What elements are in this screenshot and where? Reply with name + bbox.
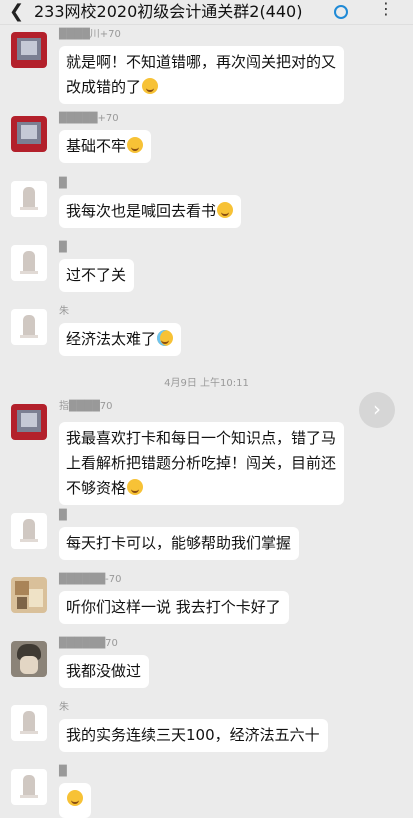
timestamp-divider: 4月9日 上午10:11 xyxy=(164,378,249,389)
sender-name: 朱 xyxy=(59,702,69,713)
avatar[interactable] xyxy=(11,181,47,217)
laugh-cry-emoji xyxy=(217,202,234,218)
sender-name: 朱 xyxy=(59,306,69,317)
message-bubble[interactable]: 过不了关 xyxy=(59,259,135,292)
message-text: 每天打卡可以，能够帮助我们掌握 xyxy=(66,534,292,552)
message-bubble[interactable]: 听你们这样一说 我去打个卡好了 xyxy=(59,591,289,624)
laugh-cry-emoji xyxy=(142,78,159,94)
message-text: 我都没做过 xyxy=(66,662,142,680)
sender-name: █ xyxy=(59,242,67,253)
message-text: 过不了关 xyxy=(66,266,127,284)
more-icon[interactable]: ⋮ xyxy=(378,0,395,18)
sender-name: ██████-70 xyxy=(59,574,122,585)
message-text: 就是啊！不知道错哪，再次闯关把对的又 xyxy=(66,53,337,71)
message-bubble[interactable]: 我都没做过 xyxy=(59,655,150,688)
avatar[interactable] xyxy=(11,32,47,68)
top-bar: ❮ 233网校2020初级会计通关群2(440) ⋮ xyxy=(0,0,413,25)
sender-name: 指████70 xyxy=(59,401,113,412)
sender-name: █████+70 xyxy=(59,113,119,124)
avatar[interactable] xyxy=(11,577,47,613)
avatar[interactable] xyxy=(11,245,47,281)
message-text: 上看解析把错题分析吃掉！闯关，目前还 xyxy=(66,454,337,472)
sender-name: █ xyxy=(59,766,67,777)
message-text: 改成错的了 xyxy=(66,78,142,96)
avatar[interactable] xyxy=(11,705,47,741)
sender-name: ████川+70 xyxy=(59,29,121,40)
laugh-cry-emoji xyxy=(127,137,144,153)
sender-name: █ xyxy=(59,510,67,521)
avatar[interactable] xyxy=(11,641,47,677)
sender-name: █ xyxy=(59,178,67,189)
message-text: 我最喜欢打卡和每日一个知识点，错了马 xyxy=(66,429,337,447)
message-bubble[interactable] xyxy=(59,783,91,818)
message-bubble[interactable]: 就是啊！不知道错哪，再次闯关把对的又 改成错的了 xyxy=(59,46,345,104)
message-text: 我的实务连续三天100，经济法五六十 xyxy=(66,726,320,744)
message-bubble[interactable]: 我最喜欢打卡和每日一个知识点，错了马 上看解析把错题分析吃掉！闯关，目前还 不够… xyxy=(59,422,345,505)
message-text: 我每次也是喊回去看书 xyxy=(66,202,217,220)
message-bubble[interactable]: 基础不牢 xyxy=(59,130,152,163)
avatar[interactable] xyxy=(11,513,47,549)
forward-button[interactable]: › xyxy=(359,392,395,428)
laugh-cry-emoji xyxy=(67,790,83,806)
message-text: 不够资格 xyxy=(66,479,127,497)
message-bubble[interactable]: 我每次也是喊回去看书 xyxy=(59,195,242,228)
avatar[interactable] xyxy=(11,769,47,805)
loading-circle-icon xyxy=(334,5,348,19)
chevron-left-icon[interactable]: ❮ xyxy=(9,2,24,22)
avatar[interactable] xyxy=(11,309,47,345)
sender-name: ██████70 xyxy=(59,638,118,649)
group-title: 233网校2020初级会计通关群2(440) xyxy=(34,2,303,21)
laugh-cry-emoji xyxy=(127,479,144,495)
message-text: 经济法太难了 xyxy=(66,330,157,348)
crying-emoji xyxy=(157,330,174,346)
message-bubble[interactable]: 每天打卡可以，能够帮助我们掌握 xyxy=(59,527,300,560)
message-text: 听你们这样一说 我去打个卡好了 xyxy=(66,598,281,616)
avatar[interactable] xyxy=(11,116,47,152)
message-text: 基础不牢 xyxy=(66,137,127,155)
message-bubble[interactable]: 我的实务连续三天100，经济法五六十 xyxy=(59,719,328,752)
message-bubble[interactable]: 经济法太难了 xyxy=(59,323,182,356)
avatar[interactable] xyxy=(11,404,47,440)
